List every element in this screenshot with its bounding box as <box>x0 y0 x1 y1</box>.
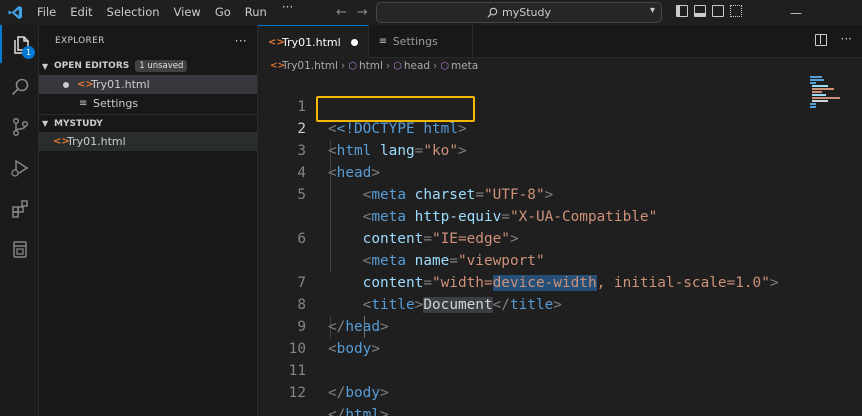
open-editors-section-header[interactable]: ▼ OPEN EDITORS 1 unsaved <box>39 57 257 75</box>
open-editors-label: OPEN EDITORS <box>54 61 130 71</box>
unsaved-dot-icon <box>63 81 69 88</box>
minimize-icon[interactable]: — <box>790 6 802 20</box>
tab-label: Settings <box>392 35 438 48</box>
code-line: 8 </head> <box>258 272 798 335</box>
forward-arrow-icon[interactable]: → <box>357 5 368 20</box>
editor-actions: ··· <box>814 33 852 46</box>
activity-bar: 1 <box>0 25 39 416</box>
code-line: 1 <<!DOCTYPE html> <box>258 74 798 137</box>
mystudy-section-header[interactable]: ▼ MYSTUDY <box>39 114 257 132</box>
open-editor-item-settings[interactable]: ≡ Settings <box>39 94 257 113</box>
search-activity[interactable] <box>0 68 39 106</box>
run-debug-activity[interactable] <box>0 149 39 187</box>
explorer-header: EXPLORER ··· <box>39 25 257 57</box>
search-icon <box>487 7 498 18</box>
layout-controls <box>676 5 742 17</box>
open-editor-label: Try01.html <box>91 78 150 91</box>
open-editor-label: Settings <box>93 97 139 110</box>
menu-bar: File Edit Selection View Go Run ··· <box>30 0 301 25</box>
menu-file[interactable]: File <box>30 0 63 25</box>
tab-label: Try01.html <box>282 36 341 49</box>
split-editor-icon[interactable] <box>814 34 827 46</box>
minimap[interactable] <box>810 74 862 416</box>
element-cube-icon: ⬡ <box>348 60 357 72</box>
file-item-try01[interactable]: <> Try01.html <box>39 132 257 151</box>
command-center[interactable]: myStudy ▾ <box>376 2 662 23</box>
html-file-icon: <> <box>270 61 286 71</box>
explorer-activity[interactable]: 1 <box>0 25 39 63</box>
chevron-down-icon: ▼ <box>42 61 49 71</box>
explorer-title: EXPLORER <box>55 36 105 46</box>
code-line: 7 <title>Document</title> <box>258 250 798 313</box>
menu-selection[interactable]: Selection <box>100 0 167 25</box>
navigation-arrows: ← → <box>336 0 368 25</box>
menu-go[interactable]: Go <box>208 0 238 25</box>
settings-file-icon: ≡ <box>79 98 88 109</box>
breadcrumb-file[interactable]: Try01.html <box>282 60 338 72</box>
html-file-icon: <> <box>268 37 285 48</box>
source-control-activity[interactable] <box>0 108 39 146</box>
chevron-right-icon: › <box>433 60 438 72</box>
code-line: content="IE=edge"> <box>362 231 519 247</box>
code-line: 4 <meta charset="UTF-8"> <box>258 140 798 203</box>
breadcrumb-meta[interactable]: meta <box>451 60 478 72</box>
explorer-more-button[interactable]: ··· <box>235 34 247 48</box>
tab-settings[interactable]: ≡ Settings <box>369 25 473 58</box>
more-actions-button[interactable]: ··· <box>841 33 852 46</box>
line-number: 12 <box>288 385 306 401</box>
code-line: 11 </body> <box>258 338 798 401</box>
code-line: 10 <box>258 316 798 357</box>
menu-more-button[interactable]: ··· <box>274 0 301 25</box>
extensions-activity[interactable] <box>0 190 39 228</box>
element-cube-icon: ⬡ <box>440 60 449 72</box>
open-editor-item-try01[interactable]: <> Try01.html <box>39 75 257 94</box>
chevron-right-icon: › <box>341 60 346 72</box>
remote-explorer-icon <box>12 241 27 258</box>
breadcrumb-html[interactable]: html <box>359 60 383 72</box>
breadcrumb-head[interactable]: head <box>404 60 430 72</box>
code-line: 9 <body> <box>258 294 798 357</box>
chevron-down-icon[interactable]: ▾ <box>650 5 655 16</box>
back-arrow-icon[interactable]: ← <box>336 5 347 20</box>
menu-run[interactable]: Run <box>238 0 274 25</box>
html-file-icon: <> <box>77 79 94 90</box>
title-bar: File Edit Selection View Go Run ··· ← → … <box>0 0 862 25</box>
explorer-sidebar: EXPLORER ··· ▼ OPEN EDITORS 1 unsaved <>… <box>39 25 258 416</box>
unsaved-count-badge: 1 <box>22 46 35 59</box>
toggle-panel-icon[interactable] <box>694 5 706 17</box>
html-file-icon: <> <box>53 136 70 147</box>
code-editor[interactable]: 1 <<!DOCTYPE html> 2 <html lang="ko"> 3 … <box>258 74 862 416</box>
window-controls: — <box>790 0 802 25</box>
unsaved-badge: 1 unsaved <box>135 60 188 72</box>
menu-edit[interactable]: Edit <box>63 0 99 25</box>
file-label: Try01.html <box>67 135 126 148</box>
unsaved-dot-icon[interactable] <box>350 39 358 46</box>
extensions-icon <box>11 200 28 218</box>
source-control-icon <box>12 117 28 137</box>
code-line: 12 </html> <box>258 360 798 416</box>
editor-tabs: <> Try01.html ≡ Settings ··· <box>258 25 862 59</box>
code-line: 6 <meta name="viewport" <box>258 206 798 269</box>
code-line: 5 <meta http-equiv="X-UA-Compatible" <box>258 162 798 225</box>
menu-view[interactable]: View <box>167 0 208 25</box>
settings-file-icon: ≡ <box>378 36 388 47</box>
run-debug-icon <box>10 159 28 177</box>
customize-layout-icon[interactable] <box>730 5 742 17</box>
code-line: content="width=device-width, initial-sca… <box>362 275 779 291</box>
toggle-sidebar-icon[interactable] <box>676 5 688 17</box>
chevron-right-icon: › <box>385 60 391 72</box>
breadcrumb: <> Try01.html › ⬡ html › ⬡ head › ⬡ meta <box>258 58 862 74</box>
element-cube-icon: ⬡ <box>393 60 402 72</box>
command-center-text: myStudy <box>502 6 551 19</box>
search-icon <box>11 78 28 96</box>
toggle-secondary-sidebar-icon[interactable] <box>712 5 724 17</box>
chevron-down-icon: ▼ <box>42 119 49 128</box>
tab-try01[interactable]: <> Try01.html <box>258 25 369 59</box>
vscode-logo-icon <box>0 0 30 25</box>
folder-label: MYSTUDY <box>54 118 103 129</box>
remote-explorer-activity[interactable] <box>0 230 39 268</box>
highlight-annotation-box <box>316 96 475 122</box>
